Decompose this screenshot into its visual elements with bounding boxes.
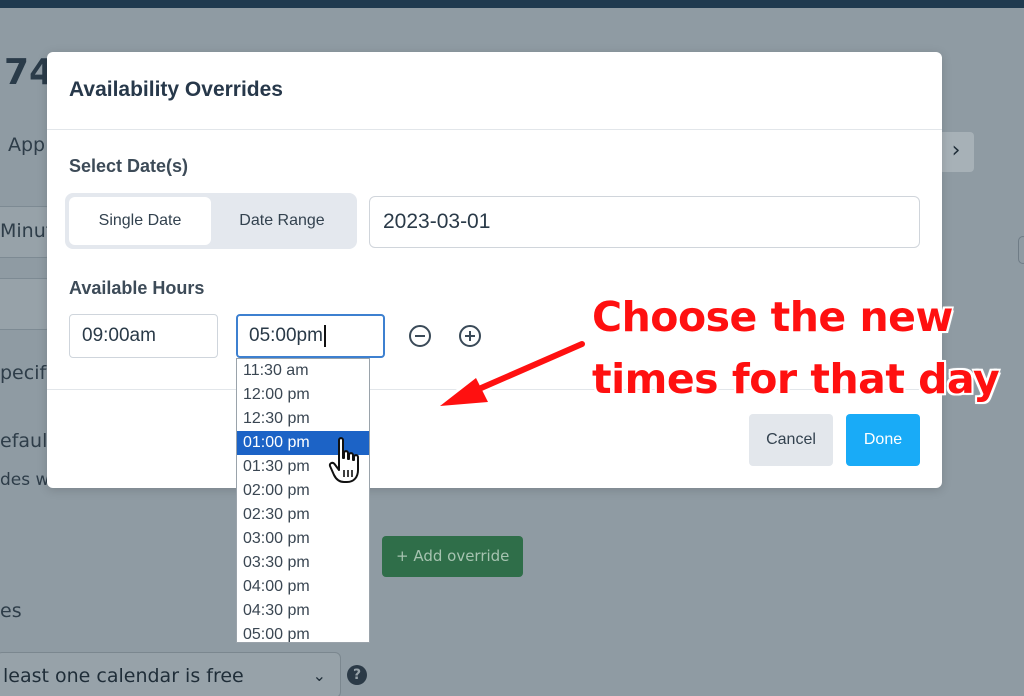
add-override-button[interactable]: + Add override — [382, 536, 523, 577]
time-option[interactable]: 12:30 pm — [237, 407, 369, 431]
calendar-select[interactable]: least one calendar is free ⌄ — [0, 652, 341, 696]
date-input[interactable]: 2023-03-01 — [369, 196, 920, 248]
date-range-option[interactable]: Date Range — [211, 197, 353, 245]
des-text: des w — [0, 470, 50, 490]
time-option[interactable]: 11:30 am — [237, 359, 369, 383]
cancel-button[interactable]: Cancel — [749, 414, 833, 466]
hand-pointer-icon — [328, 437, 359, 483]
callout-line-2: times for that day — [592, 355, 1000, 403]
available-hours-label: Available Hours — [69, 278, 205, 298]
text-caret — [323, 324, 326, 347]
callout-line-1: Choose the new — [592, 293, 953, 341]
time-option[interactable]: 02:30 pm — [237, 503, 369, 527]
modal-header: Availability Overrides — [47, 52, 942, 130]
help-icon[interactable]: ? — [347, 665, 367, 685]
es-text: es — [0, 600, 22, 622]
remove-time-icon[interactable] — [409, 325, 431, 347]
annotation-callout: Choose the new times for that day — [592, 286, 1022, 410]
time-option[interactable]: 12:00 pm — [237, 383, 369, 407]
add-time-icon[interactable] — [459, 325, 481, 347]
calendar-select-value: least one calendar is free — [3, 665, 244, 687]
bg-edge-control — [1018, 236, 1024, 264]
single-date-option[interactable]: Single Date — [69, 197, 211, 245]
availability-overrides-modal: Availability Overrides Select Date(s) Si… — [47, 52, 942, 488]
top-bar — [0, 0, 1024, 8]
date-mode-toggle: Single Date Date Range — [65, 193, 357, 249]
start-time-input[interactable]: 09:00am — [69, 314, 218, 358]
time-option[interactable]: 03:30 pm — [237, 551, 369, 575]
time-option[interactable]: 04:00 pm — [237, 575, 369, 599]
time-option[interactable]: 05:00 pm — [237, 623, 369, 642]
time-option[interactable]: 04:30 pm — [237, 599, 369, 623]
end-time-value: 05:00pm — [249, 325, 323, 346]
select-dates-label: Select Date(s) — [69, 156, 189, 176]
done-button[interactable]: Done — [846, 414, 920, 466]
minute-text: Minut — [0, 220, 54, 242]
chevron-down-icon: ⌄ — [312, 666, 326, 685]
time-dropdown[interactable]: 11:30 am 12:00 pm 12:30 pm 01:00 pm 01:3… — [236, 358, 370, 643]
time-option[interactable]: 03:00 pm — [237, 527, 369, 551]
app-text: App — [8, 134, 46, 156]
modal-title: Availability Overrides — [69, 78, 283, 101]
bg-field-2[interactable] — [0, 278, 50, 330]
next-chevron-icon[interactable]: › — [938, 132, 974, 172]
end-time-input[interactable]: 05:00pm — [236, 314, 385, 358]
